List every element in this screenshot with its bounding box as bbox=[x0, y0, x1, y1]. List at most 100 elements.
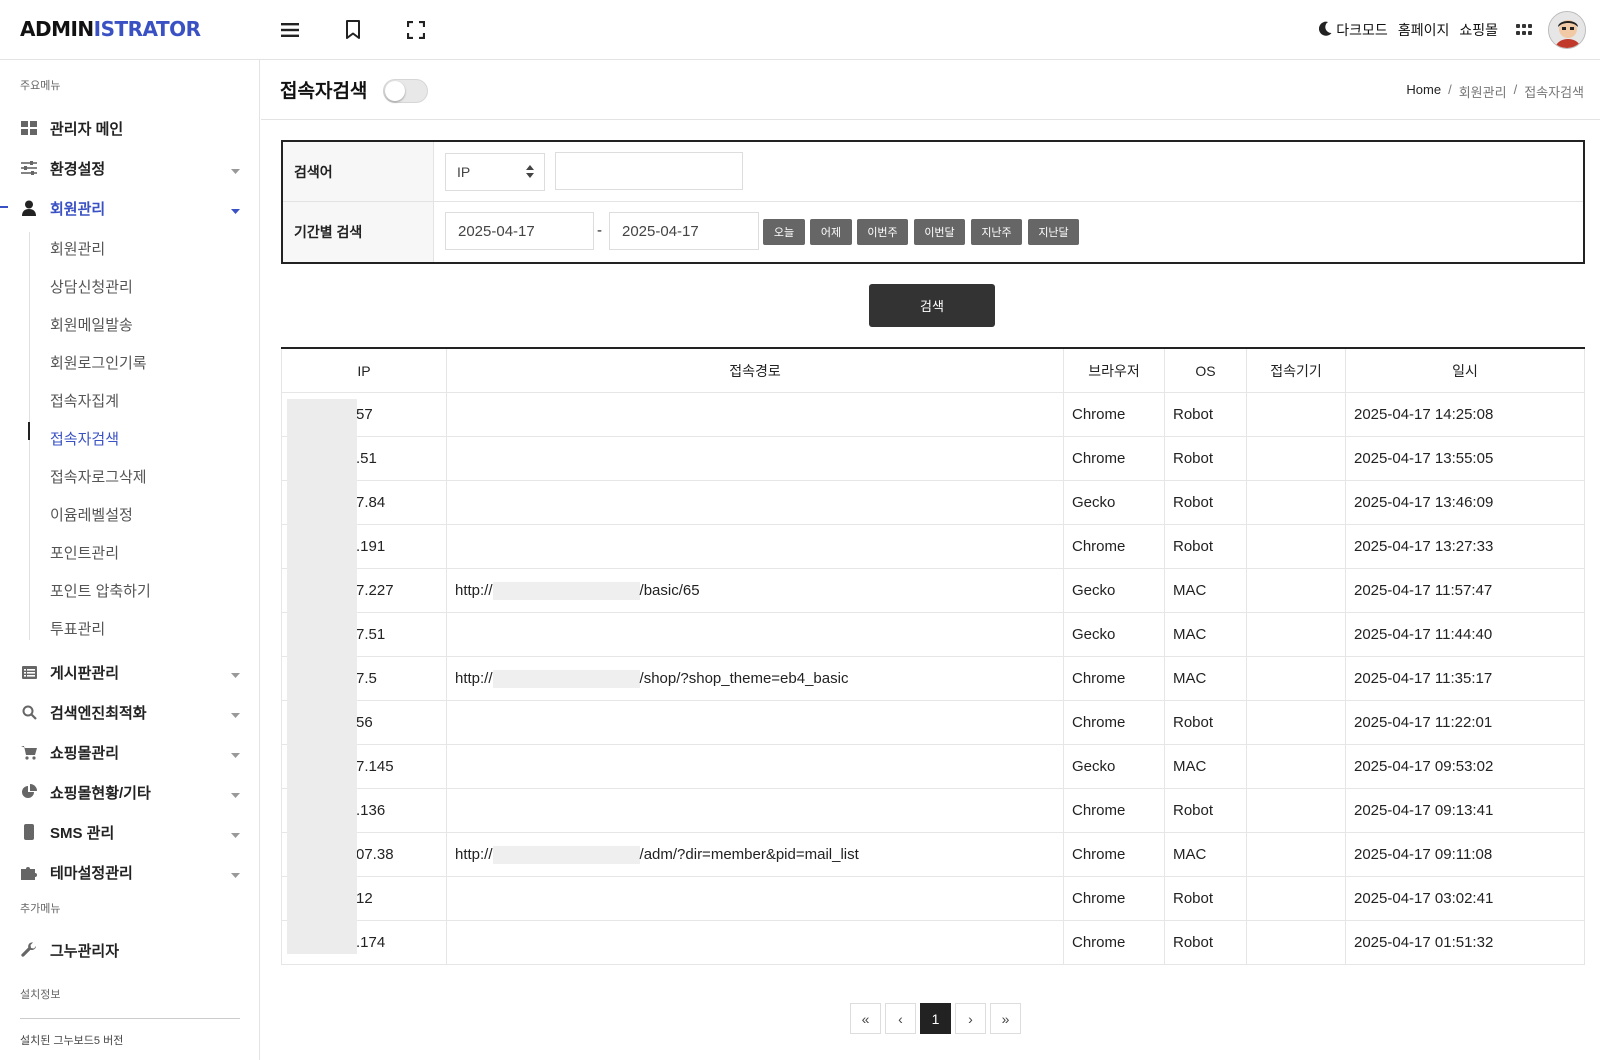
bookmark-icon[interactable] bbox=[339, 16, 367, 44]
hamburger-menu-icon[interactable] bbox=[276, 16, 304, 44]
title-divider bbox=[261, 119, 1600, 120]
sidebar-item-gnu-admin[interactable]: 그누관리자 bbox=[20, 938, 240, 962]
submenu-item-members[interactable]: 회원관리 bbox=[50, 238, 105, 259]
page-last-button[interactable]: » bbox=[990, 1003, 1021, 1034]
quick-last-month-button[interactable]: 지난달 bbox=[1028, 219, 1079, 245]
referrer-cell[interactable]: http:// /shop/?shop_theme=eb4_basic bbox=[447, 657, 1064, 700]
table-row[interactable]: 7.145 Gecko MAC 2025-04-17 09:53:02 bbox=[281, 745, 1585, 789]
os-cell: Robot bbox=[1165, 393, 1247, 436]
sidebar-item-sms[interactable]: SMS 관리 bbox=[20, 820, 240, 844]
os-cell: Robot bbox=[1165, 921, 1247, 964]
sidebar-item-label: 회원관리 bbox=[50, 200, 106, 218]
date-separator: - bbox=[597, 222, 602, 239]
search-field-select[interactable]: IP bbox=[445, 153, 545, 191]
datetime-cell: 2025-04-17 09:13:41 bbox=[1346, 789, 1585, 832]
fullscreen-icon[interactable] bbox=[402, 16, 430, 44]
table-header: IP 접속경로 브라우저 OS 접속기기 일시 bbox=[281, 349, 1585, 393]
page-toggle-switch[interactable] bbox=[383, 79, 428, 103]
header-datetime[interactable]: 일시 bbox=[1346, 349, 1585, 392]
submenu-item-login-log[interactable]: 회원로그인기록 bbox=[50, 352, 147, 373]
table-row[interactable]: 57 Chrome Robot 2025-04-17 14:25:08 bbox=[281, 393, 1585, 437]
submenu-item-consultation[interactable]: 상담신청관리 bbox=[50, 276, 133, 297]
page-next-button[interactable]: › bbox=[955, 1003, 986, 1034]
submenu-item-visitor-stats[interactable]: 접속자집계 bbox=[50, 390, 119, 411]
referrer-cell bbox=[447, 745, 1064, 788]
submenu-item-poll[interactable]: 투표관리 bbox=[50, 618, 105, 639]
table-row[interactable]: .191 Chrome Robot 2025-04-17 13:27:33 bbox=[281, 525, 1585, 569]
breadcrumb: Home / 회원관리 / 접속자검색 bbox=[1406, 82, 1584, 101]
logo[interactable]: ADMINISTRATOR bbox=[20, 17, 201, 41]
keyword-input[interactable] bbox=[555, 152, 743, 190]
table-row[interactable]: 07.38 http:///adm/?dir=member&pid=mail_li… bbox=[281, 833, 1585, 877]
breadcrumb-members[interactable]: 회원관리 bbox=[1459, 82, 1507, 101]
device-cell bbox=[1247, 481, 1346, 524]
sidebar-item-shop[interactable]: 쇼핑몰관리 bbox=[20, 740, 240, 764]
table-row[interactable]: 7.84 Gecko Robot 2025-04-17 13:46:09 bbox=[281, 481, 1585, 525]
sidebar-item-members[interactable]: 회원관리 bbox=[20, 196, 240, 220]
browser-cell: Chrome bbox=[1064, 437, 1165, 480]
ip-redaction-mask bbox=[287, 399, 357, 954]
table-row[interactable]: .51 Chrome Robot 2025-04-17 13:55:05 bbox=[281, 437, 1585, 481]
referrer-prefix: http:// bbox=[455, 670, 493, 687]
breadcrumb-separator: / bbox=[1448, 82, 1452, 97]
datetime-cell: 2025-04-17 09:53:02 bbox=[1346, 745, 1585, 788]
referrer-cell[interactable]: http:// /basic/65 bbox=[447, 569, 1064, 612]
top-right-links: 다크모드 홈페이지 쇼핑몰 bbox=[1319, 10, 1586, 50]
quick-today-button[interactable]: 오늘 bbox=[763, 219, 805, 245]
install-version-text: 설치된 그누보드5 버전 bbox=[20, 1035, 124, 1047]
shop-link[interactable]: 쇼핑몰 bbox=[1459, 20, 1498, 40]
quick-this-week-button[interactable]: 이번주 bbox=[857, 219, 908, 245]
browser-cell: Chrome bbox=[1064, 921, 1165, 964]
homepage-link[interactable]: 홈페이지 bbox=[1398, 20, 1450, 40]
submenu-item-member-mail[interactable]: 회원메일발송 bbox=[50, 314, 133, 335]
referrer-cell bbox=[447, 877, 1064, 920]
sidebar-item-seo[interactable]: 검색엔진최적화 bbox=[20, 700, 240, 724]
sidebar-item-label: 쇼핑몰관리 bbox=[50, 744, 120, 762]
table-row[interactable]: .174 Chrome Robot 2025-04-17 01:51:32 bbox=[281, 921, 1585, 965]
dark-mode-toggle[interactable]: 다크모드 bbox=[1319, 20, 1388, 40]
sidebar-item-label: 관리자 메인 bbox=[50, 120, 124, 138]
table-row[interactable]: 12 Chrome Robot 2025-04-17 03:02:41 bbox=[281, 877, 1585, 921]
apps-grid-icon[interactable] bbox=[1516, 24, 1532, 36]
browser-cell: Chrome bbox=[1064, 393, 1165, 436]
quick-this-month-button[interactable]: 이번달 bbox=[914, 219, 965, 245]
datetime-cell: 2025-04-17 13:27:33 bbox=[1346, 525, 1585, 568]
sidebar-item-shop-stats[interactable]: 쇼핑몰현황/기타 bbox=[20, 780, 240, 804]
submenu-item-visitor-search[interactable]: 접속자검색 bbox=[50, 428, 119, 449]
page-current-button[interactable]: 1 bbox=[920, 1003, 951, 1034]
header-ip[interactable]: IP bbox=[281, 349, 447, 392]
sidebar-item-boards[interactable]: 게시판관리 bbox=[20, 660, 240, 684]
table-row[interactable]: .136 Chrome Robot 2025-04-17 09:13:41 bbox=[281, 789, 1585, 833]
referrer-cell[interactable]: http:// /adm/?dir=member&pid=mail_list bbox=[447, 833, 1064, 876]
submenu-item-points[interactable]: 포인트관리 bbox=[50, 542, 119, 563]
breadcrumb-home[interactable]: Home bbox=[1406, 82, 1441, 101]
header-referrer[interactable]: 접속경로 bbox=[447, 349, 1064, 392]
pagination: « ‹ 1 › » bbox=[850, 1003, 1021, 1034]
search-submit-button[interactable]: 검색 bbox=[869, 284, 995, 327]
table-row[interactable]: 7.227 http:///basic/65 Gecko MAC 2025-04-17 … bbox=[281, 569, 1585, 613]
header-browser[interactable]: 브라우저 bbox=[1064, 349, 1165, 392]
submenu-item-level-settings[interactable]: 이윰레벨설정 bbox=[50, 504, 133, 525]
sidebar-item-settings[interactable]: 환경설정 bbox=[20, 156, 240, 180]
os-cell: MAC bbox=[1165, 657, 1247, 700]
table-row[interactable]: 7.51 Gecko MAC 2025-04-17 11:44:40 bbox=[281, 613, 1585, 657]
page-first-button[interactable]: « bbox=[850, 1003, 881, 1034]
referrer-cell bbox=[447, 613, 1064, 656]
header-device[interactable]: 접속기기 bbox=[1247, 349, 1346, 392]
table-row[interactable]: 7.5 http:///shop/?shop_theme=eb4_basic Chr… bbox=[281, 657, 1585, 701]
date-from-input[interactable]: 2025-04-17 bbox=[445, 212, 594, 250]
table-row[interactable]: 56 Chrome Robot 2025-04-17 11:22:01 bbox=[281, 701, 1585, 745]
sidebar-item-theme[interactable]: 테마설정관리 bbox=[20, 860, 240, 884]
quick-last-week-button[interactable]: 지난주 bbox=[971, 219, 1022, 245]
active-indicator bbox=[0, 206, 8, 208]
submenu-item-visitor-log-delete[interactable]: 접속자로그삭제 bbox=[50, 466, 147, 487]
header-os[interactable]: OS bbox=[1165, 349, 1247, 392]
submenu-item-point-compress[interactable]: 포인트 압축하기 bbox=[50, 580, 151, 601]
date-to-input[interactable]: 2025-04-17 bbox=[609, 212, 759, 250]
device-cell bbox=[1247, 701, 1346, 744]
browser-cell: Gecko bbox=[1064, 613, 1165, 656]
sidebar-item-admin-main[interactable]: 관리자 메인 bbox=[20, 116, 240, 140]
page-prev-button[interactable]: ‹ bbox=[885, 1003, 916, 1034]
user-avatar[interactable] bbox=[1548, 11, 1586, 49]
quick-yesterday-button[interactable]: 어제 bbox=[810, 219, 852, 245]
